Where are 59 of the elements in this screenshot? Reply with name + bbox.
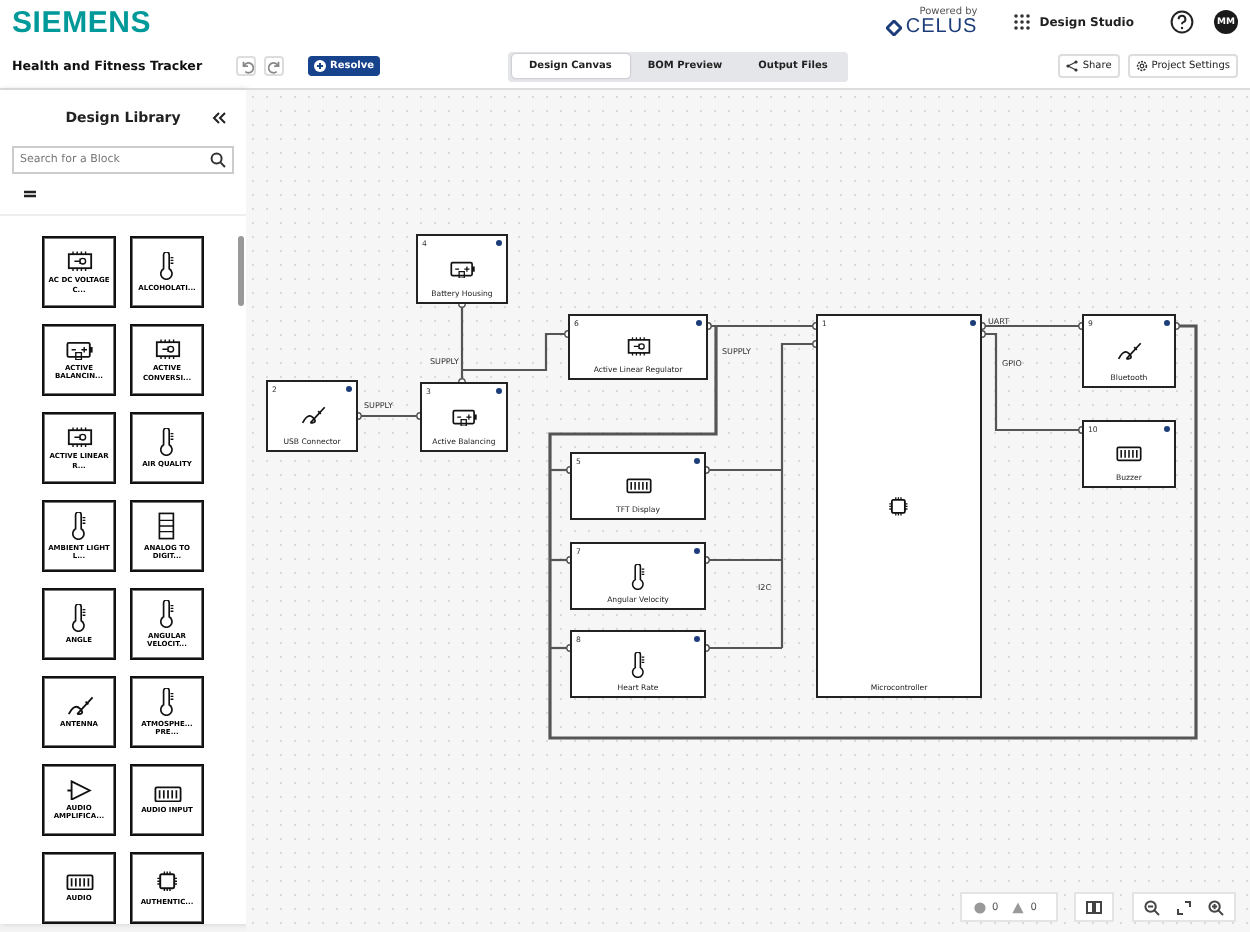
wire [358, 414, 420, 418]
redo-icon [267, 59, 281, 73]
antenna-icon [299, 406, 325, 426]
battery-plug-icon [449, 259, 475, 279]
status-dot [1164, 426, 1170, 432]
settings-icon [1135, 60, 1148, 72]
undo-button[interactable] [236, 56, 256, 76]
collapse-icon[interactable] [212, 112, 226, 124]
warning-icon [1012, 901, 1025, 913]
chip-icon [65, 250, 93, 273]
grid-icon [1013, 14, 1030, 30]
thermometer-icon [630, 563, 646, 589]
antenna-icon [65, 695, 93, 717]
chip-icon [153, 338, 181, 361]
amplifier-icon [65, 779, 93, 801]
antenna-icon [1116, 341, 1142, 361]
battery-plug-icon [451, 407, 477, 427]
thermometer-icon [158, 251, 176, 280]
error-icon [974, 901, 986, 913]
redo-button[interactable] [264, 56, 284, 76]
status-dot [694, 548, 700, 554]
fit-screen-icon[interactable] [1176, 899, 1192, 915]
zoom-in-icon[interactable] [1208, 899, 1224, 915]
connector-icon [625, 478, 651, 494]
chip-icon [65, 426, 93, 449]
siemens-logo: SIEMENS [12, 5, 152, 39]
diamond-icon [885, 19, 902, 35]
status-dot [496, 388, 502, 394]
status-dot [696, 320, 702, 326]
connector-icon [153, 785, 181, 803]
help-icon[interactable] [1170, 10, 1194, 34]
plus-circle-icon [314, 60, 326, 72]
battery-plug-icon [65, 339, 93, 361]
connector-icon [65, 873, 93, 891]
thermometer-icon [630, 651, 646, 677]
thermometer-icon [158, 599, 176, 628]
scrollbar[interactable] [238, 236, 244, 306]
status-dot [970, 320, 976, 326]
share-icon [1066, 60, 1079, 72]
celus-logo: CELUS [885, 17, 978, 37]
undo-icon [239, 59, 253, 73]
thermometer-icon [158, 427, 176, 456]
chip-icon [625, 336, 651, 358]
thermometer-icon [158, 687, 176, 716]
thermometer-icon [70, 603, 88, 632]
thermometer-icon [70, 511, 88, 540]
processor-icon [888, 495, 910, 517]
processor-icon [155, 870, 179, 893]
connector-icon [1116, 446, 1142, 462]
adc-icon [158, 511, 176, 540]
status-dot [496, 240, 502, 246]
status-dot [694, 636, 700, 642]
zoom-out-icon[interactable] [1144, 899, 1160, 915]
status-dot [1164, 320, 1170, 326]
book-icon[interactable] [1086, 900, 1102, 914]
search-icon [210, 152, 226, 168]
status-dot [346, 386, 352, 392]
status-dot [694, 458, 700, 464]
list-view-icon[interactable] [24, 190, 36, 200]
